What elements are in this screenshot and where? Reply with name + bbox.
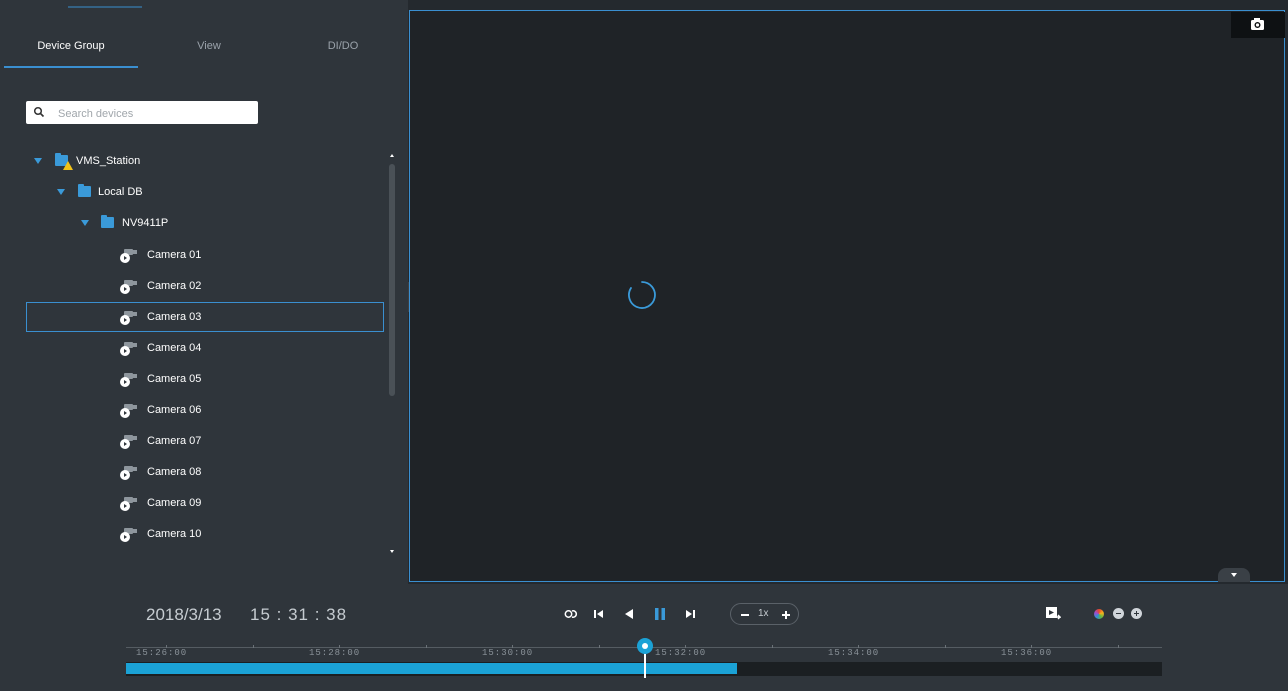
camera-label: Camera 04 — [147, 342, 202, 354]
camera-item[interactable]: Camera 07 — [0, 426, 380, 456]
camera-item[interactable]: Camera 10 — [0, 519, 380, 549]
camera-icon — [120, 372, 138, 388]
speed-label: 1x — [758, 608, 769, 619]
camera-item[interactable]: Camera 08 — [0, 457, 380, 487]
tab-device-group[interactable]: Device Group — [4, 34, 138, 68]
scroll-up-icon[interactable] — [390, 154, 394, 157]
playhead-handle[interactable] — [637, 638, 653, 654]
camera-item[interactable]: Camera 05 — [0, 364, 380, 394]
speed-decrease-icon[interactable] — [741, 614, 749, 616]
timeline-tick — [166, 645, 167, 648]
folder-icon — [78, 184, 91, 197]
camera-icon — [120, 403, 138, 419]
pause-icon[interactable] — [652, 606, 668, 622]
sync-link-icon[interactable] — [563, 606, 579, 622]
selection-outline — [26, 302, 384, 332]
timeline-tick — [858, 645, 859, 648]
video-viewport[interactable] — [409, 10, 1285, 582]
playback-date: 2018/3/13 — [146, 605, 222, 624]
camera-icon — [120, 496, 138, 512]
tree-scrollbar[interactable] — [386, 150, 398, 560]
timeline-label: 15:32:00 — [655, 648, 707, 658]
playback-speed-control: 1x — [730, 603, 799, 625]
timeline-tick — [944, 645, 946, 648]
tree-node-db[interactable]: Local DB — [0, 177, 380, 207]
timeline-tick — [1031, 645, 1032, 648]
search-icon — [33, 106, 45, 118]
expand-controls-button[interactable] — [1218, 568, 1250, 582]
camera-label: Camera 10 — [147, 528, 202, 540]
camera-icon — [120, 248, 138, 264]
color-adjust-icon[interactable] — [1094, 609, 1104, 619]
camera-item[interactable]: Camera 02 — [0, 271, 380, 301]
skip-next-icon[interactable] — [682, 606, 698, 622]
play-reverse-icon[interactable] — [621, 606, 637, 622]
loading-spinner-icon — [628, 281, 656, 309]
zoom-out-icon[interactable] — [1113, 608, 1124, 619]
camera-icon — [120, 341, 138, 357]
warning-icon — [63, 161, 73, 170]
camera-icon — [120, 527, 138, 543]
station-icon — [55, 153, 73, 170]
tree-node-station[interactable]: VMS_Station — [0, 146, 380, 176]
camera-item[interactable]: Camera 09 — [0, 488, 380, 518]
device-tree: VMS_Station Local DB NV9411P Camera 01 C… — [0, 146, 388, 556]
tree-node-label: NV9411P — [122, 217, 169, 229]
tab-view[interactable]: View — [142, 34, 276, 66]
timeline-tick — [512, 645, 513, 648]
search-box — [26, 101, 258, 124]
timeline-tick — [425, 645, 427, 648]
expand-caret-icon[interactable] — [81, 220, 89, 226]
camera-item[interactable]: Camera 06 — [0, 395, 380, 425]
search-input[interactable] — [56, 103, 256, 124]
expand-caret-icon[interactable] — [34, 158, 42, 164]
panel-top-accent — [68, 6, 142, 8]
camera-icon — [120, 434, 138, 450]
expand-caret-icon[interactable] — [57, 189, 65, 195]
speed-increase-icon[interactable] — [782, 610, 792, 620]
camera-snapshot-icon — [1251, 18, 1264, 30]
camera-label: Camera 09 — [147, 497, 202, 509]
camera-label: Camera 05 — [147, 373, 202, 385]
timeline-label: 15:28:00 — [309, 648, 361, 658]
timeline-label: 15:26:00 — [136, 648, 188, 658]
timeline-tick — [339, 645, 340, 648]
panel-tabs: Device Group View DI/DO — [0, 34, 408, 68]
timeline-tick — [1117, 645, 1119, 648]
timeline-label: 15:34:00 — [828, 648, 880, 658]
camera-item[interactable]: Camera 04 — [0, 333, 380, 363]
tab-di-do[interactable]: DI/DO — [276, 34, 410, 66]
device-panel: Device Group View DI/DO VMS_Station Loca… — [0, 0, 408, 584]
timeline[interactable]: 15:26:00 15:28:00 15:30:00 15:32:00 15:34:00… — [126, 638, 1162, 678]
snapshot-button[interactable] — [1231, 12, 1285, 38]
scroll-thumb[interactable] — [389, 164, 395, 396]
timeline-label: 15:30:00 — [482, 648, 534, 658]
vms-playback-app: Device Group View DI/DO VMS_Station Loca… — [0, 0, 1288, 691]
scroll-down-icon[interactable] — [390, 550, 394, 553]
tree-node-label: VMS_Station — [76, 155, 141, 167]
camera-icon — [120, 279, 138, 295]
tree-node-label: Local DB — [98, 186, 143, 198]
camera-item[interactable]: Camera 01 — [0, 240, 380, 270]
folder-icon — [101, 215, 114, 228]
timeline-tick — [598, 645, 600, 648]
timeline-tick — [771, 645, 773, 648]
camera-label: Camera 08 — [147, 466, 202, 478]
timeline-label: 15:36:00 — [1001, 648, 1053, 658]
camera-label: Camera 02 — [147, 280, 202, 292]
timeline-tick — [685, 645, 686, 648]
zoom-in-icon[interactable] — [1131, 608, 1142, 619]
timeline-tick — [252, 645, 254, 648]
camera-label: Camera 01 — [147, 249, 202, 261]
camera-label: Camera 07 — [147, 435, 202, 447]
camera-icon — [120, 465, 138, 481]
tree-node-nvr[interactable]: NV9411P — [0, 208, 380, 238]
camera-label: Camera 06 — [147, 404, 202, 416]
playback-time[interactable]: 15 : 31 : 38 — [250, 605, 347, 625]
skip-previous-icon[interactable] — [591, 606, 607, 622]
export-video-icon[interactable] — [1045, 605, 1061, 621]
